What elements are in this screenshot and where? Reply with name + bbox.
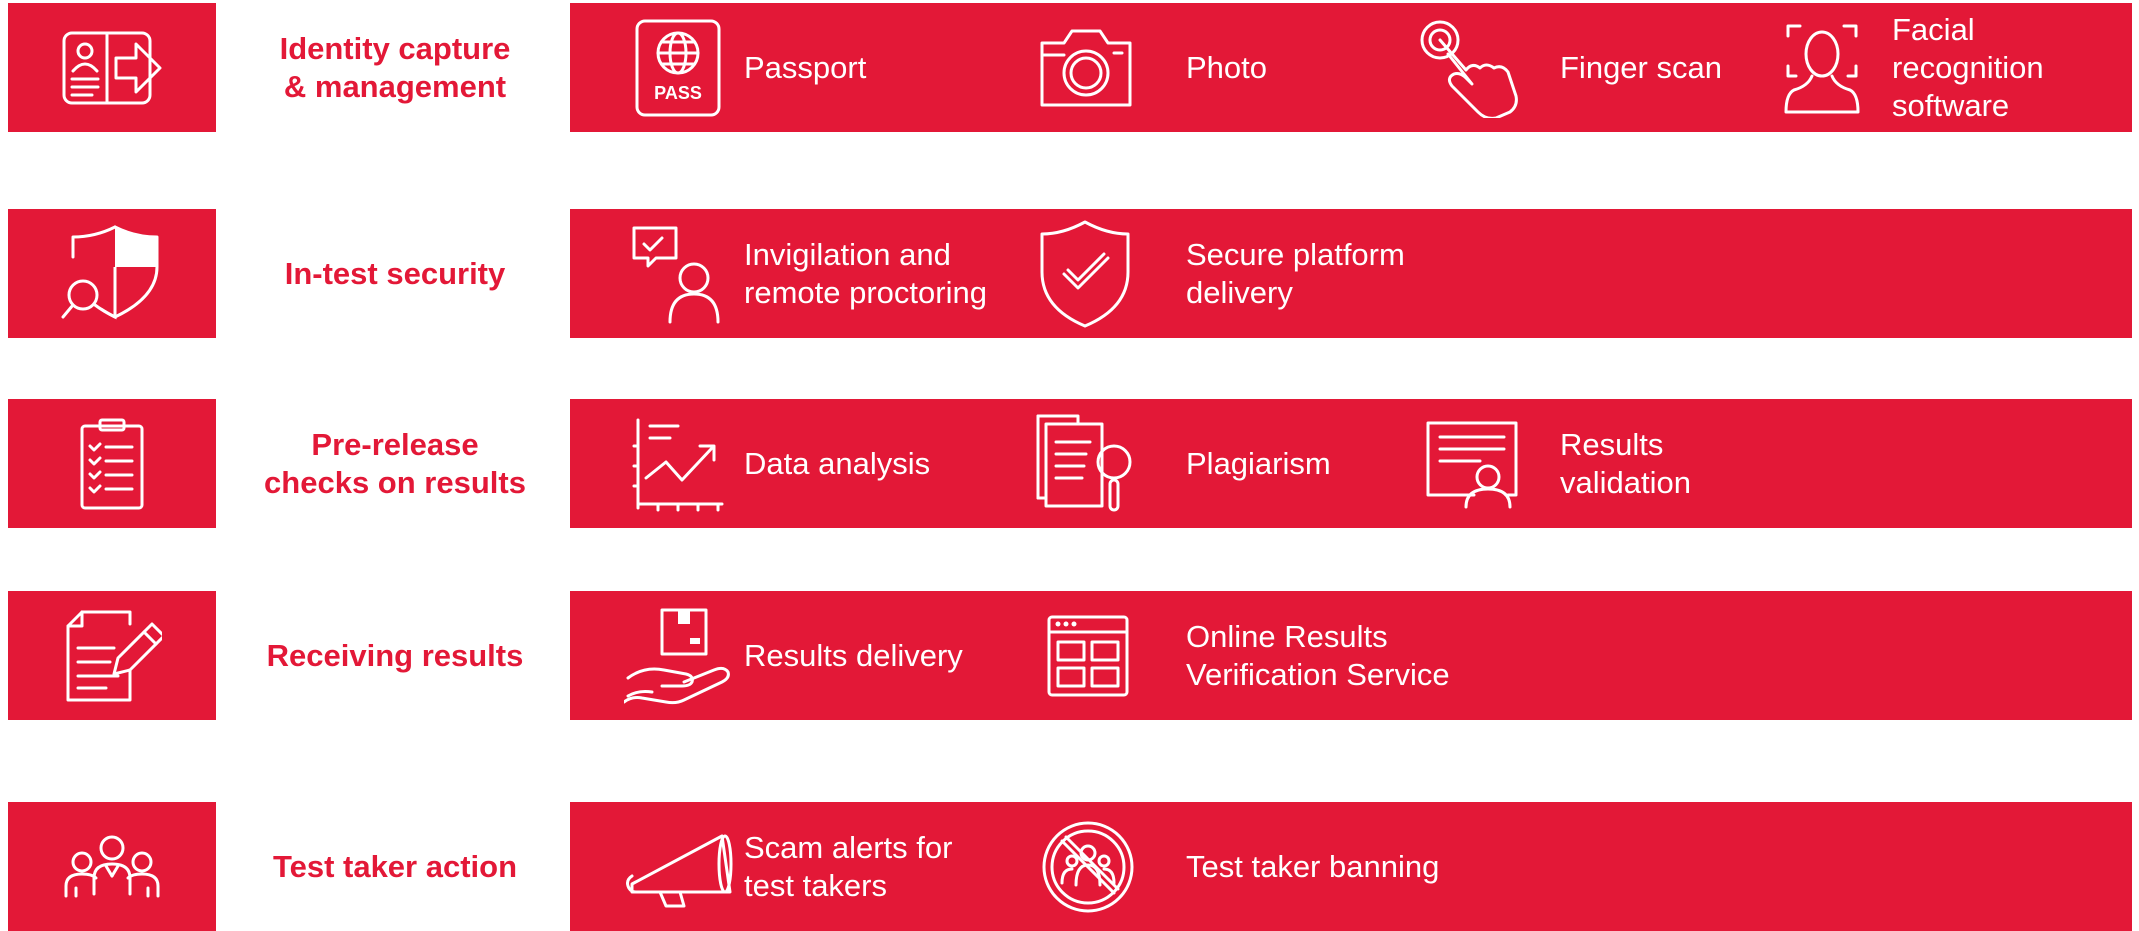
row-action-label: Test taker action	[272, 848, 518, 884]
row-security-band: Invigilation and remote proctoring Secur…	[570, 209, 2132, 338]
item-test-taker-banning-label: Test taker banning	[1186, 848, 1440, 884]
people-group-icon	[64, 835, 160, 897]
row-security-label: In-test security	[284, 255, 506, 291]
row-receiving-label: Receiving results	[266, 637, 524, 673]
item-passport-label: Passport	[744, 49, 867, 85]
item-results-validation-label: Results validation	[1560, 426, 1691, 500]
shield-search-icon	[61, 225, 159, 319]
browser-window-icon	[1046, 614, 1130, 698]
row-identity-label: Identity capture & management	[279, 30, 511, 104]
row-receiving-icon-box	[8, 591, 216, 720]
trend-chart-icon	[632, 416, 724, 512]
item-facial-recognition-label: Facial recognition software	[1892, 11, 2044, 123]
row-action-icon-box	[8, 802, 216, 931]
item-invigilation-label: Invigilation and remote proctoring	[744, 236, 987, 310]
document-search-icon	[1034, 412, 1138, 516]
face-scan-icon	[1782, 20, 1862, 116]
proctor-person-icon	[630, 224, 726, 324]
hand-package-icon	[624, 606, 738, 706]
item-scam-alerts-label: Scam alerts for test takers	[744, 829, 953, 903]
camera-icon	[1038, 25, 1134, 111]
item-plagiarism-label: Plagiarism	[1186, 445, 1331, 481]
certificate-icon	[1424, 419, 1520, 509]
row-action-band: Scam alerts for test takers Test taker b…	[570, 802, 2132, 931]
finger-touch-icon	[1416, 18, 1520, 118]
row-receiving-band: Results delivery Online Results Verifica…	[570, 591, 2132, 720]
row-checks-band: Data analysis Plagiarism Results validat…	[570, 399, 2132, 528]
row-identity-icon-box	[8, 3, 216, 132]
item-results-delivery-label: Results delivery	[744, 637, 963, 673]
passport-icon-text: PASS	[654, 83, 702, 103]
item-data-analysis-label: Data analysis	[744, 445, 931, 481]
item-photo-label: Photo	[1186, 49, 1268, 85]
item-secure-platform-label: Secure platform delivery	[1186, 236, 1405, 310]
item-finger-scan-label: Finger scan	[1560, 49, 1722, 85]
passport-icon: PASS	[634, 18, 722, 118]
megaphone-icon	[624, 824, 736, 910]
row-checks-icon-box	[8, 399, 216, 528]
row-identity-band: PASS Passport Photo Finger scan Facial r…	[570, 3, 2132, 132]
id-card-arrow-icon	[62, 31, 162, 104]
shield-check-icon	[1038, 218, 1132, 330]
people-banned-icon	[1040, 819, 1136, 915]
document-pencil-icon	[66, 610, 162, 701]
item-verification-service-label: Online Results Verification Service	[1186, 618, 1450, 692]
clipboard-checklist-icon	[80, 418, 144, 509]
row-security-icon-box	[8, 209, 216, 338]
row-checks-label: Pre-release checks on results	[264, 426, 526, 500]
